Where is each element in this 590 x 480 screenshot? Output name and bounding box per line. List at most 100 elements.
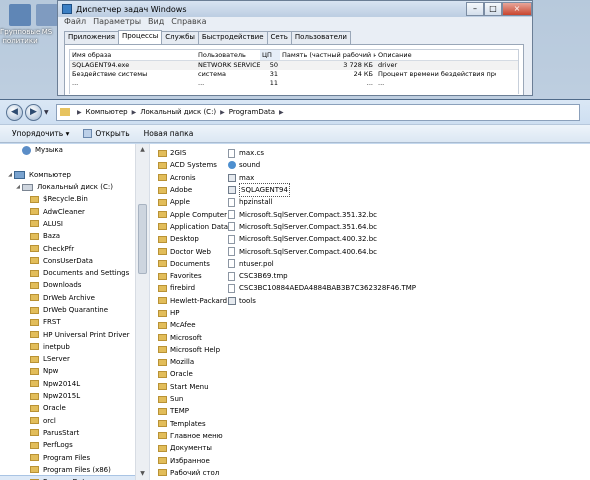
nav-tree-item[interactable]: orcl [0,415,136,427]
chevron-right-icon[interactable]: ▶ [220,109,225,116]
tab-applications[interactable]: Приложения [64,31,119,44]
process-row[interactable]: Бездействие системы система 31 24 КБ Про… [70,70,518,79]
chevron-right-icon[interactable]: ▶ [77,109,82,116]
menu-options[interactable]: Параметры [93,17,141,29]
folder-item[interactable]: Application Data [158,221,228,233]
nav-tree-item[interactable]: DrWeb Quarantine [0,304,136,316]
column-cpu[interactable]: ЦП [260,50,280,60]
scroll-up-icon[interactable]: ▲ [136,144,149,156]
column-memory[interactable]: Память (частный рабочий наб... [280,50,376,60]
file-item[interactable]: hpzinstall [228,196,528,208]
file-item[interactable]: sound [228,159,528,171]
folder-item[interactable]: ACD Systems [158,159,228,171]
nav-tree-item[interactable]: ParusStart [0,427,136,439]
scroll-down-icon[interactable]: ▼ [136,468,149,480]
file-item[interactable]: SQLAGENT94 [228,183,528,198]
menu-view[interactable]: Вид [148,17,164,29]
open-button[interactable]: Открыть [83,129,130,138]
column-image-name[interactable]: Имя образа [70,50,196,60]
folder-item[interactable]: TEMP [158,405,228,417]
nav-tree-item[interactable]: Program Files [0,451,136,463]
file-item[interactable]: CSC3B69.tmp [228,270,528,282]
breadcrumb-programdata[interactable]: ProgramData [229,108,275,116]
nav-tree-item[interactable]: DrWeb Archive [0,292,136,304]
address-bar[interactable]: ▶ Компьютер ▶ Локальный диск (C:) ▶ Prog… [56,103,580,121]
nav-tree-item[interactable]: Npw2015L [0,390,136,402]
nav-tree-item[interactable]: PerfLogs [0,439,136,451]
task-manager-titlebar[interactable]: Диспетчер задач Windows – □ × [58,1,532,17]
column-user[interactable]: Пользователь [196,50,260,60]
navigation-scrollbar[interactable]: ▲ ▼ [135,144,149,480]
folder-item[interactable]: Acronis [158,172,228,184]
file-item[interactable]: max [228,172,528,184]
nav-tree-item[interactable]: $Recycle.Bin [0,193,136,205]
folder-item[interactable]: Desktop [158,233,228,245]
nav-tree-item[interactable]: ◢ Локальный диск (C:) [0,181,136,193]
nav-tree-item[interactable]: Музыка [0,144,136,156]
folder-item[interactable]: Hewlett-Packard [158,295,228,307]
folder-item[interactable]: Oracle [158,368,228,380]
menu-help[interactable]: Справка [171,17,206,29]
folder-item[interactable]: Favorites [158,270,228,282]
nav-tree-item[interactable]: AdwCleaner [0,205,136,217]
nav-tree-item[interactable]: inetpub [0,341,136,353]
folder-item[interactable]: Рабочий стол [158,467,228,479]
file-item[interactable]: tools [228,295,528,307]
new-folder-button[interactable]: Новая папка [144,129,194,138]
file-item[interactable]: Microsoft.SqlServer.Compact.351.32.bc [228,208,528,220]
nav-tree-item[interactable]: HP Universal Print Driver [0,328,136,340]
nav-tree-item[interactable]: FRST [0,316,136,328]
tab-processes[interactable]: Процессы [117,30,163,44]
breadcrumb-computer[interactable]: Компьютер [86,108,128,116]
nav-tree-item[interactable]: Program Files (x86) [0,464,136,476]
folder-item[interactable]: Start Menu [158,381,228,393]
nav-tree-item[interactable]: Downloads [0,279,136,291]
folder-item[interactable]: Apple Computer [158,208,228,220]
chevron-right-icon[interactable]: ▶ [132,109,137,116]
folder-item[interactable]: McAfee [158,319,228,331]
folder-item[interactable]: Documents [158,258,228,270]
folder-item[interactable]: HP [158,307,228,319]
file-item[interactable]: Microsoft.SqlServer.Compact.400.32.bc [228,233,528,245]
nav-tree-item[interactable]: ALUSI [0,218,136,230]
file-item[interactable]: max.cs [228,147,528,159]
nav-tree-item[interactable]: Documents and Settings [0,267,136,279]
folder-item[interactable]: Sun [158,393,228,405]
folder-item[interactable]: Microsoft Help [158,344,228,356]
nav-tree-item[interactable]: ProgramData [0,474,137,480]
process-row[interactable]: SQLAGENT94.exe NETWORK SERVICE 50 3 728 … [70,61,518,70]
tab-network[interactable]: Сеть [266,31,292,44]
nav-tree-item[interactable]: Oracle [0,402,136,414]
expand-arrow-icon[interactable]: ◢ [14,181,22,193]
file-item[interactable]: CSC3BC10884AEDA4884BAB3B7C362328F46.TMP [228,282,528,294]
tab-performance[interactable]: Быстродействие [197,31,268,44]
nav-tree-item[interactable]: ConsUserData [0,255,136,267]
process-row[interactable]: ... ... 11 ... ... [70,79,518,88]
tab-services[interactable]: Службы [161,31,199,44]
scroll-thumb[interactable] [138,204,147,274]
nav-tree-item[interactable]: Baza [0,230,136,242]
organize-button[interactable]: Упорядочить ▾ [12,129,69,138]
close-button[interactable]: × [502,2,532,16]
folder-item[interactable]: Doctor Web [158,245,228,257]
back-button[interactable]: ◀ [6,103,23,121]
folder-item[interactable]: Adobe [158,184,228,196]
chevron-right-icon[interactable]: ▶ [279,109,284,116]
nav-tree-item[interactable]: ◢ Компьютер [0,169,136,181]
minimize-button[interactable]: – [466,2,484,16]
breadcrumb-local-disk[interactable]: Локальный диск (C:) [140,108,216,116]
folder-item[interactable]: Mozilla [158,356,228,368]
folder-item[interactable]: 2GIS [158,147,228,159]
file-item[interactable]: Microsoft.SqlServer.Compact.400.64.bc [228,245,528,257]
folder-item[interactable]: Документы [158,442,228,454]
file-item[interactable]: Microsoft.SqlServer.Compact.351.64.bc [228,221,528,233]
folder-item[interactable]: Главное меню [158,430,228,442]
expand-arrow-icon[interactable]: ◢ [6,169,14,181]
nav-tree-item[interactable]: Npw [0,365,136,377]
nav-tree-item[interactable]: LServer [0,353,136,365]
tab-users[interactable]: Пользователи [290,31,351,44]
recent-pages-dropdown[interactable]: ▼ [44,109,52,116]
folder-item[interactable]: Apple [158,196,228,208]
column-description[interactable]: Описание [376,50,496,60]
menu-file[interactable]: Файл [64,17,86,29]
